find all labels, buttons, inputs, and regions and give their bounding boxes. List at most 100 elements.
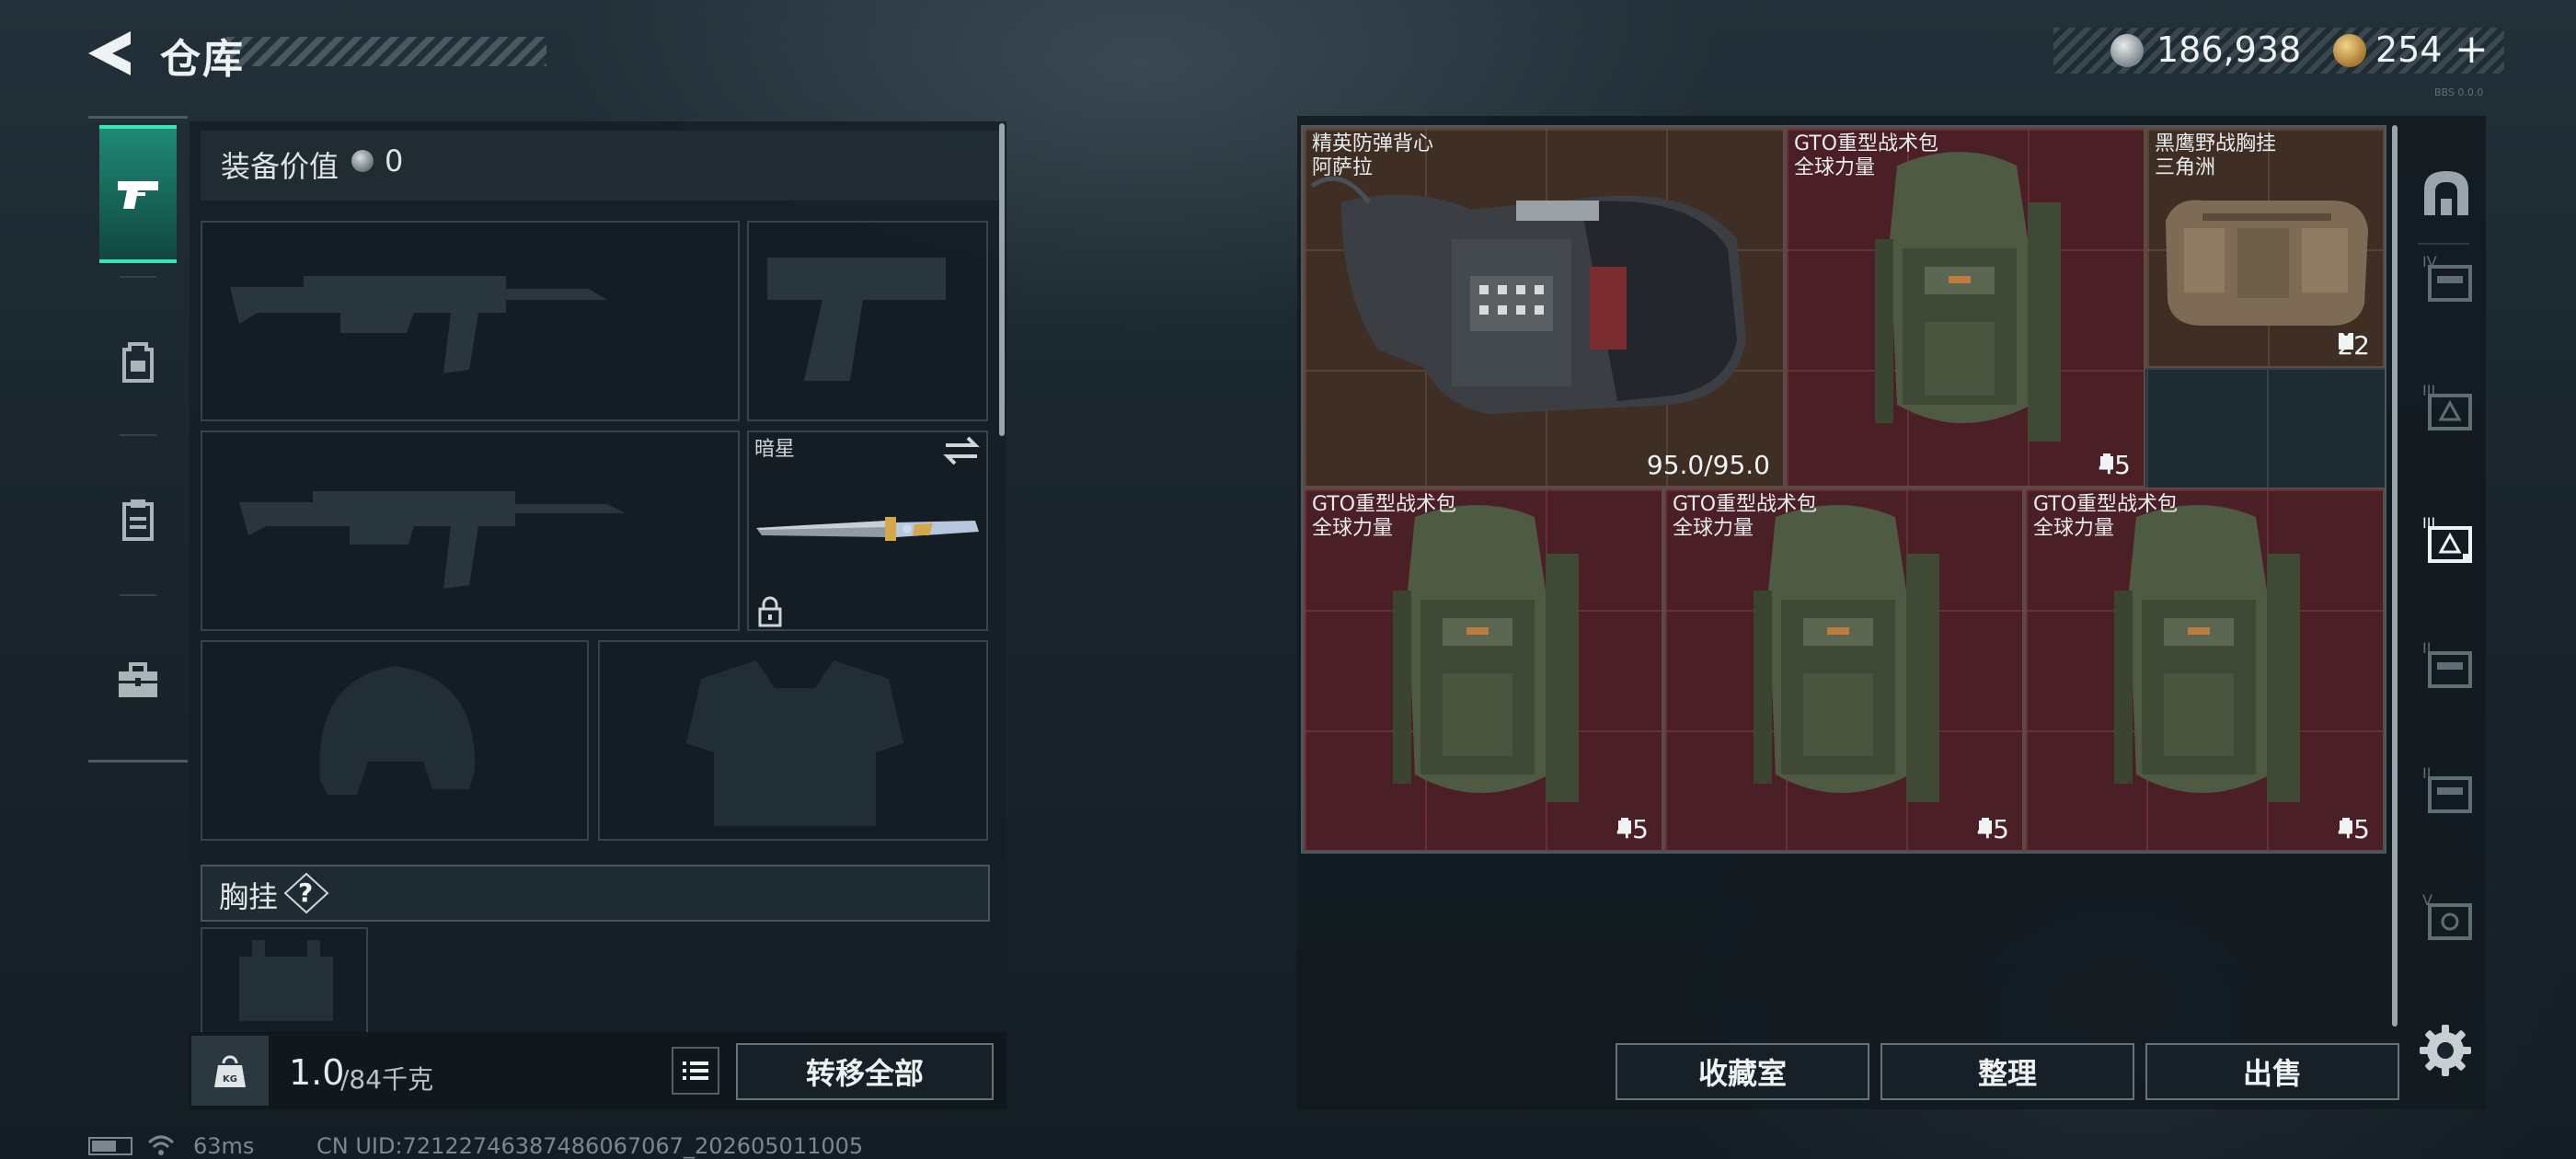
build-version: BBS 0.0.0 [2434, 86, 2484, 98]
backpack-icon [1875, 152, 2061, 442]
weight-icon: KG [191, 1036, 269, 1106]
category-tier-iii-b[interactable]: III [2410, 497, 2482, 581]
vest-silhouette-icon [686, 660, 903, 826]
category-home[interactable] [2410, 151, 2482, 235]
storage-tier-icon: II [2422, 639, 2472, 688]
gold-coin-icon [2333, 34, 2366, 67]
capacity-readout: 45 [1616, 814, 1649, 844]
transfer-all-button[interactable]: 转移全部 [736, 1043, 994, 1100]
coin-icon [351, 150, 374, 172]
silver-coin-icon [2110, 34, 2144, 67]
tier-label: II [2422, 639, 2431, 657]
chest-rig-label: 胸挂 [219, 879, 279, 914]
tier-label: III [2422, 382, 2435, 399]
item-faction: 全球力量 [1794, 156, 1876, 179]
capacity-vest-icon [2339, 333, 2354, 350]
category-tier-v[interactable]: V [2410, 874, 2482, 958]
primary-weapon-slot[interactable] [201, 221, 740, 421]
body-armor-icon [1310, 176, 1746, 414]
settings-button[interactable] [2416, 1021, 2475, 1080]
item-name: 精英防弹背心 [1312, 132, 1434, 155]
equip-value-label: 装备价值 [221, 149, 339, 184]
storage-item-backpack[interactable]: GTO重型战术包 全球力量 45 [1785, 127, 2145, 488]
storage-item-vest[interactable]: 精英防弹背心 阿萨拉 95.0/95.0 [1303, 127, 1785, 488]
category-tier-iii-a[interactable]: III [2410, 364, 2482, 449]
secondary-weapon-slot[interactable] [201, 430, 740, 631]
item-faction: 全球力量 [1673, 517, 1754, 540]
storage-item-chest-rig[interactable]: 黑鹰野战胸挂 三角洲 22 [2145, 127, 2385, 368]
chest-rig-slot[interactable] [201, 927, 368, 1036]
storage-item-backpack[interactable]: GTO重型战术包 全球力量 45 [1303, 488, 1663, 852]
rail-separator [120, 434, 156, 436]
armor-slot[interactable] [598, 640, 988, 841]
rail-top-line [88, 116, 188, 119]
currency-bar: 186,938 254 + [2053, 26, 2504, 74]
storage-tier-icon: II [2422, 764, 2472, 813]
gear-icon [2420, 1025, 2471, 1076]
title-stripe [226, 37, 546, 66]
sidearm-slot[interactable] [747, 221, 988, 421]
toolbox-icon [119, 662, 157, 697]
chest-rig-silhouette-icon [239, 940, 333, 1021]
clipboard-icon [122, 499, 154, 541]
category-tier-iv[interactable]: IV [2410, 235, 2482, 320]
capacity-readout: 45 [2337, 814, 2370, 844]
rail-separator [120, 594, 156, 596]
silver-balance: 186,938 [2156, 29, 2302, 70]
storage-tier-icon: IV [2422, 253, 2472, 302]
capacity-readout: 22 [2337, 330, 2370, 361]
helmet-slot[interactable] [201, 640, 589, 841]
backpack-icon [2114, 505, 2300, 802]
item-faction: 全球力量 [1312, 517, 1394, 540]
storage-tier-icon: III [2422, 514, 2472, 563]
svg-text:KG: KG [223, 1074, 237, 1084]
swap-icon[interactable] [942, 434, 981, 467]
durability-value: 95.0/95.0 [1646, 450, 1770, 480]
ping-readout: 63ms [193, 1133, 255, 1159]
capacity-bag-icon [1979, 818, 1993, 833]
rifle-silhouette-icon [239, 491, 626, 589]
capacity-bag-icon [1618, 818, 1632, 833]
collection-button[interactable]: 收藏室 [1616, 1043, 1869, 1100]
storage-scrollbar[interactable] [2392, 125, 2398, 1027]
rail-item-toolbox[interactable] [99, 611, 177, 749]
item-faction: 全球力量 [2033, 517, 2115, 540]
storage-item-backpack[interactable]: GTO重型战术包 全球力量 45 [1663, 488, 2024, 852]
rail-item-backpack[interactable] [99, 293, 177, 430]
gold-balance: 254 [2375, 29, 2443, 70]
rail-item-weapons[interactable] [99, 125, 177, 263]
loadout-scrollbar[interactable] [999, 123, 1005, 436]
storage-tier-icon: III [2422, 382, 2472, 430]
back-button[interactable] [85, 28, 132, 79]
page-title: 仓库 [160, 36, 245, 83]
category-tier-ii-a[interactable]: II [2410, 622, 2482, 706]
knife-name: 暗星 [754, 438, 796, 461]
equip-value: 0 [385, 143, 404, 178]
capacity-bag-icon [2100, 453, 2114, 469]
item-faction: 三角洲 [2155, 156, 2216, 179]
item-name: GTO重型战术包 [2033, 493, 2179, 516]
chest-help-button[interactable]: ? [283, 872, 329, 914]
lock-icon [756, 596, 784, 627]
tier-label: II [2422, 764, 2431, 782]
list-view-button[interactable] [672, 1047, 719, 1095]
backpack-icon [1754, 505, 1939, 802]
item-faction: 阿萨拉 [1312, 156, 1374, 179]
sell-button[interactable]: 出售 [2145, 1043, 2399, 1100]
storage-item-backpack[interactable]: GTO重型战术包 全球力量 45 [2024, 488, 2385, 852]
capacity-readout: 45 [1976, 814, 2009, 844]
rail-separator [120, 276, 156, 278]
help-mark: ? [298, 878, 314, 908]
capacity-readout: 45 [2098, 450, 2131, 480]
tier-label: III [2422, 514, 2435, 532]
item-name: GTO重型战术包 [1673, 493, 1818, 516]
rail-item-vest[interactable] [99, 451, 177, 589]
sort-button[interactable]: 整理 [1880, 1043, 2134, 1100]
category-tier-ii-b[interactable]: II [2410, 747, 2482, 832]
durability-readout: 95.0/95.0 [1647, 450, 1770, 480]
back-arrow-icon [88, 31, 131, 75]
user-uid: CN UID:72122746387486067067_202605011005 [316, 1133, 864, 1159]
weight-max: /84千克 [340, 1064, 434, 1095]
add-currency-button[interactable]: + [2455, 26, 2489, 73]
rifle-silhouette-icon [230, 276, 607, 373]
